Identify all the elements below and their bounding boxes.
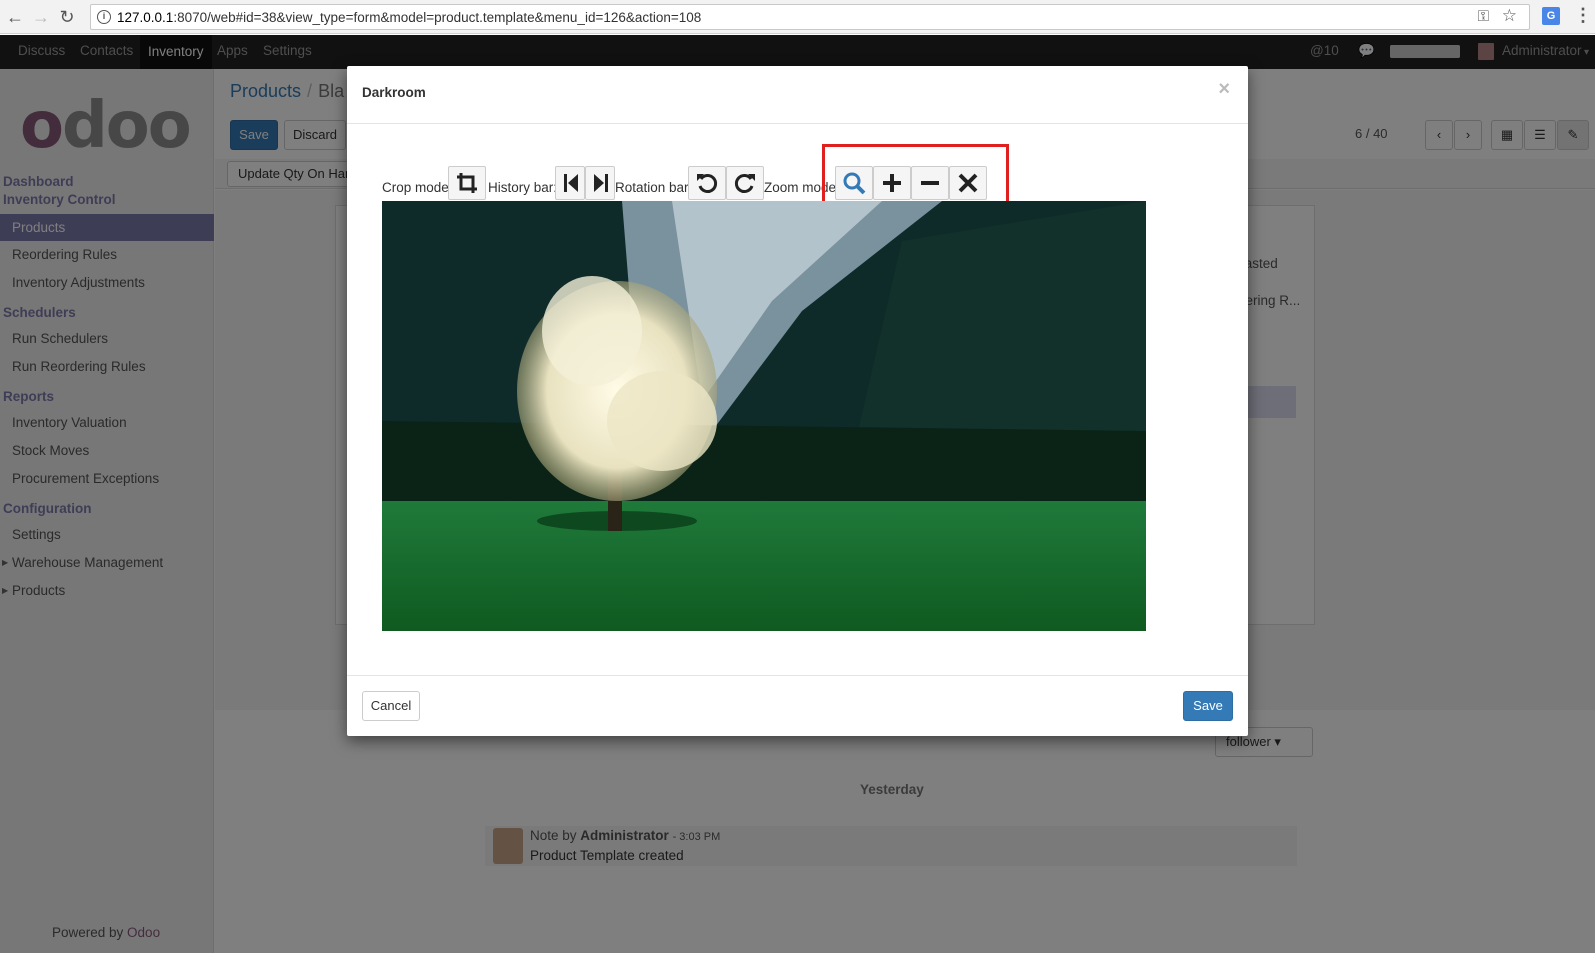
browser-menu-icon[interactable]: ⋮ [1574, 5, 1592, 26]
info-icon[interactable]: i [97, 10, 111, 24]
star-icon[interactable]: ☆ [1502, 6, 1517, 26]
history-bar-label: History bar: [488, 180, 558, 195]
back-arrow-icon[interactable]: ← [4, 6, 26, 28]
rotate-right-icon[interactable] [726, 166, 764, 200]
forward-arrow-icon[interactable]: → [30, 6, 52, 28]
dialog-title: Darkroom [362, 85, 426, 100]
darkroom-image[interactable] [382, 201, 1146, 631]
undo-history-icon[interactable] [555, 166, 585, 200]
reload-icon[interactable]: ↻ [56, 6, 78, 28]
url-text: 127.0.0.1:8070/web#id=38&view_type=form&… [117, 10, 702, 25]
close-icon[interactable]: × [1218, 78, 1230, 101]
save-button[interactable]: Save [1183, 691, 1233, 721]
browser-toolbar: ← → ↻ i 127.0.0.1:8070/web#id=38&view_ty… [0, 0, 1595, 34]
crop-icon[interactable] [448, 166, 486, 200]
dialog-footer: Cancel Save [347, 675, 1248, 736]
cancel-button[interactable]: Cancel [362, 691, 420, 721]
redo-history-icon[interactable] [585, 166, 615, 200]
key-icon[interactable]: ⚿ [1478, 8, 1489, 25]
darkroom-dialog: Darkroom × Crop mode: History bar: Rotat… [347, 66, 1248, 736]
dialog-header: Darkroom × [347, 66, 1248, 124]
translate-extension-icon[interactable]: G [1542, 7, 1560, 25]
address-bar[interactable]: i 127.0.0.1:8070/web#id=38&view_type=for… [90, 4, 1530, 30]
crop-mode-label: Crop mode: [382, 180, 453, 195]
rotation-bar-label: Rotation bar: [615, 180, 693, 195]
rotate-left-icon[interactable] [688, 166, 726, 200]
